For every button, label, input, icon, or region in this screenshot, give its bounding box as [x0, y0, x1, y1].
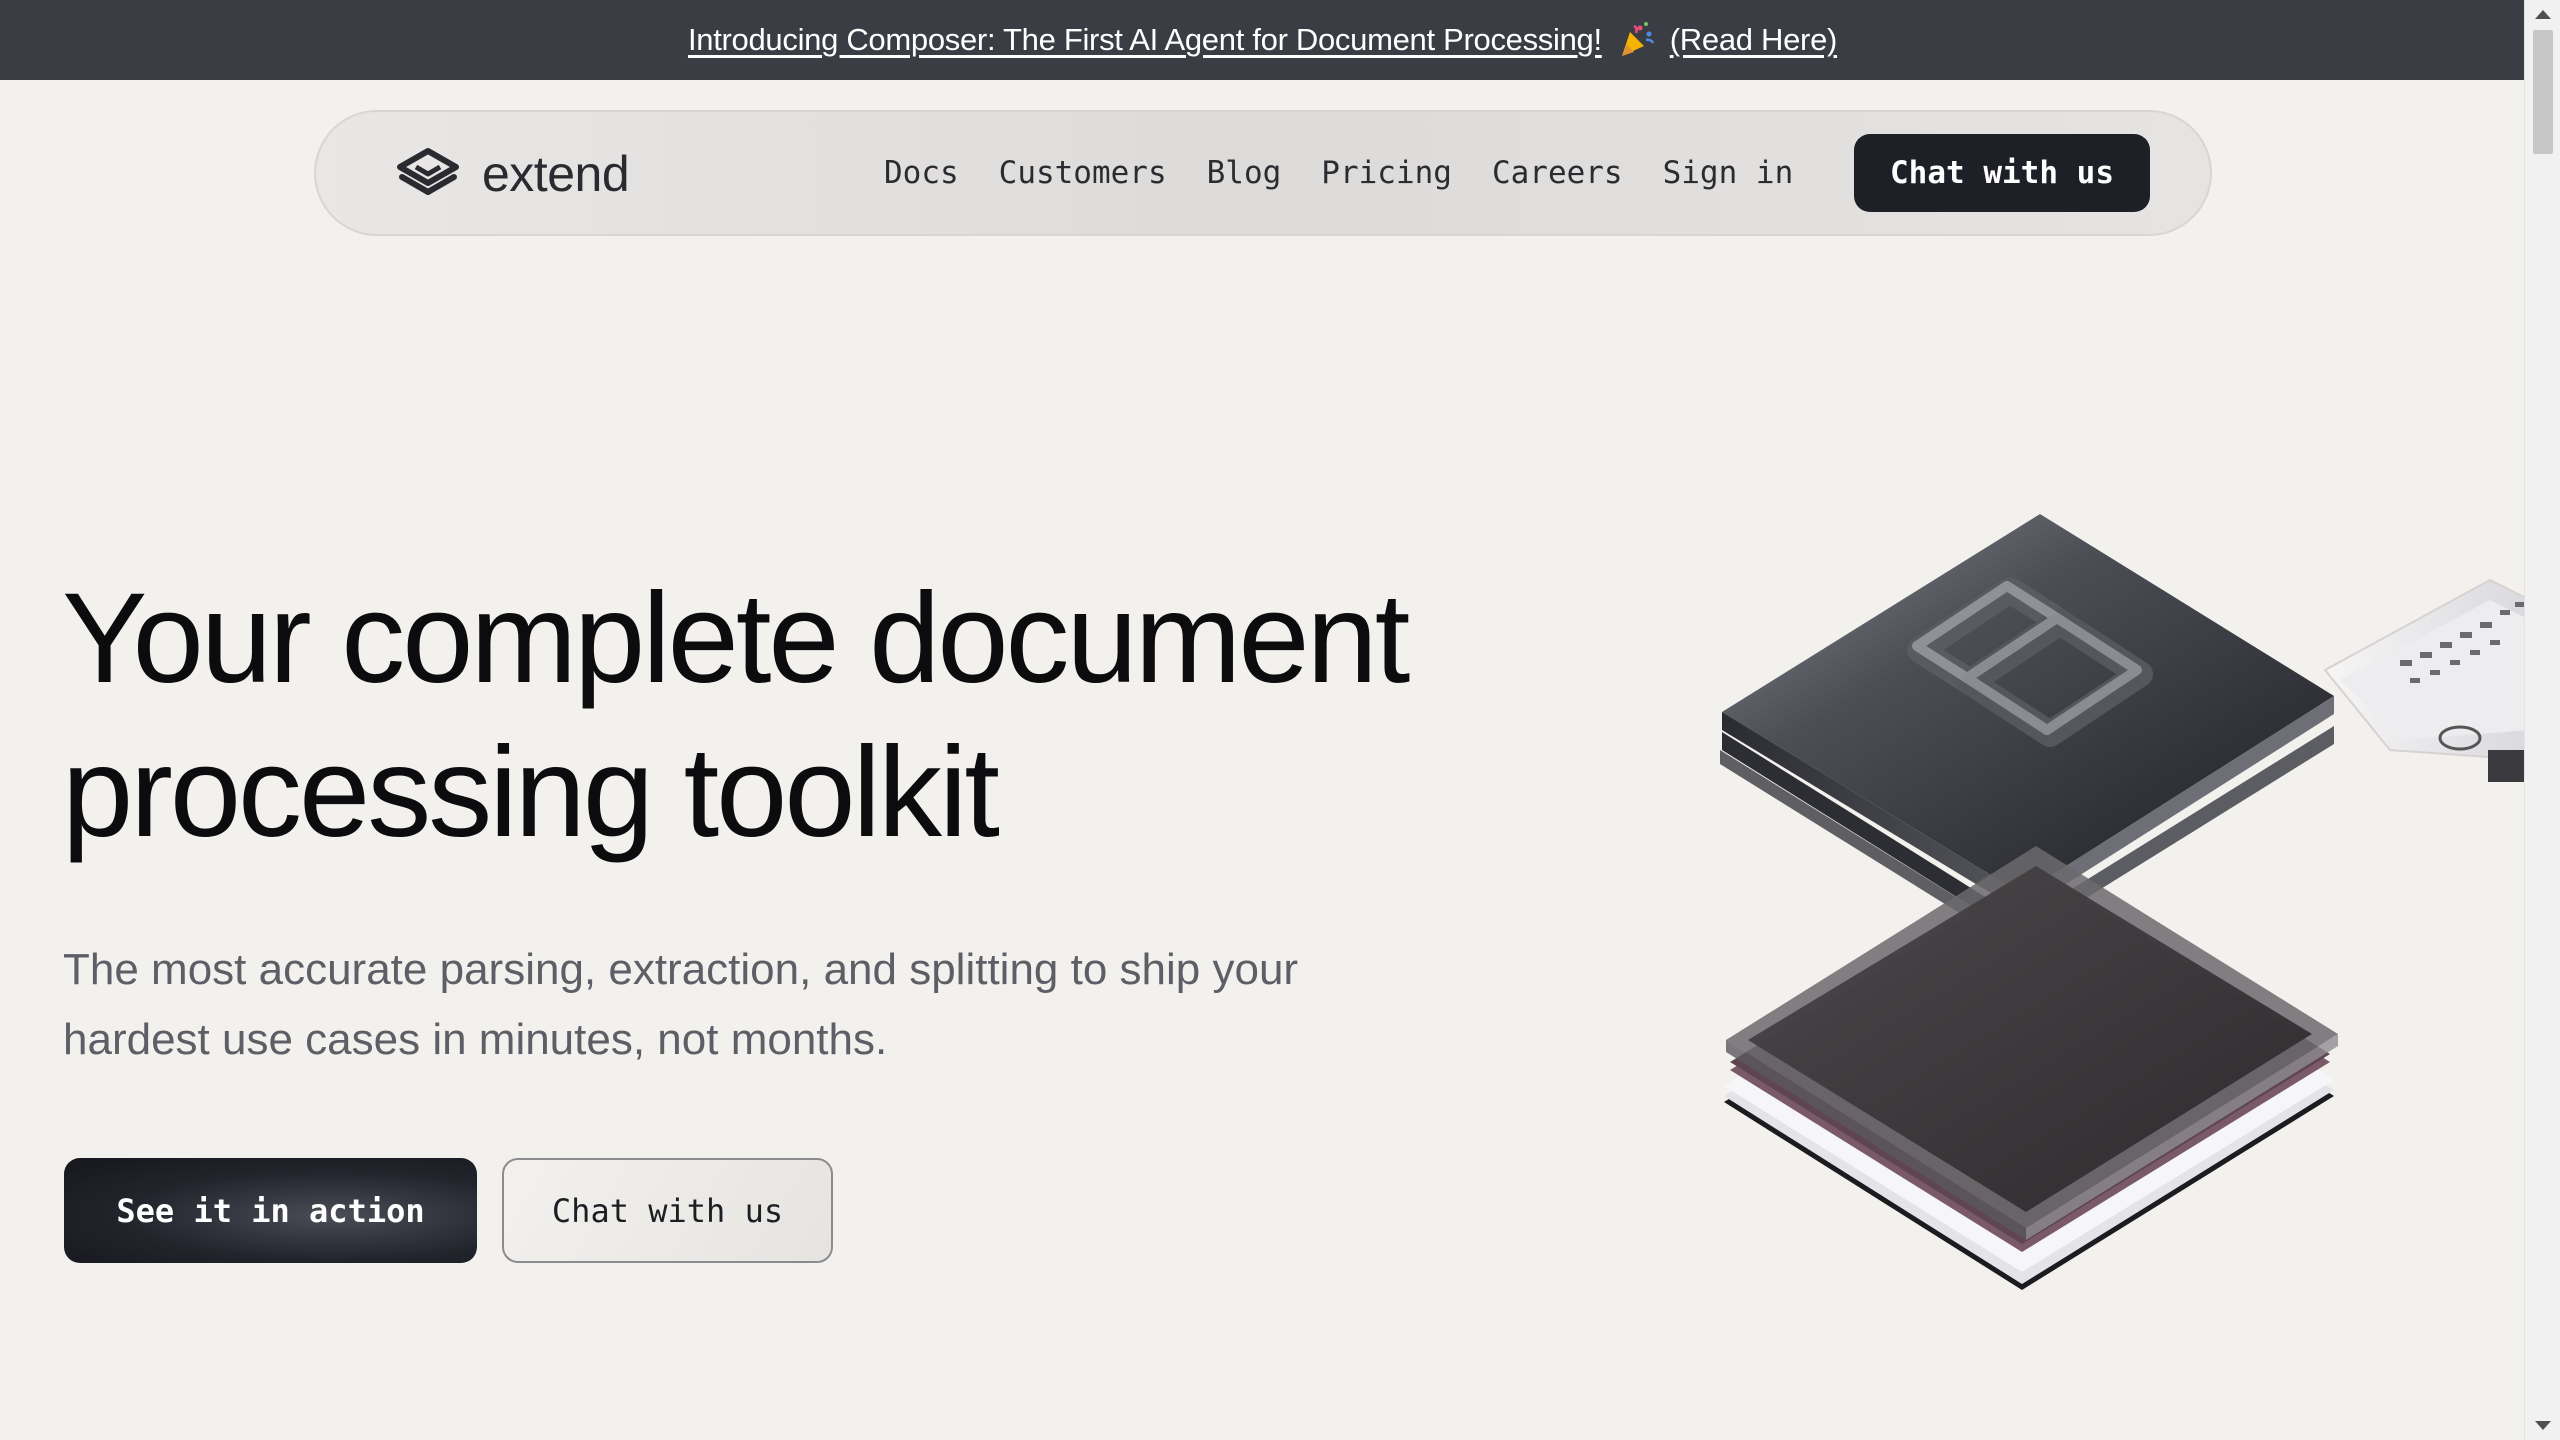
hero-title: Your complete document processing toolki… — [62, 562, 1662, 870]
chat-with-us-nav-button[interactable]: Chat with us — [1854, 134, 2150, 212]
announcement-banner: Introducing Composer: The First AI Agent… — [0, 0, 2525, 80]
see-it-in-action-button[interactable]: See it in action — [64, 1158, 477, 1263]
paper-sheets-graphic — [2323, 578, 2525, 782]
announcement-text: Introducing Composer: The First AI Agent… — [687, 22, 1602, 57]
logo-text: extend — [482, 146, 630, 202]
nav-link-customers[interactable]: Customers — [999, 155, 1167, 191]
scroll-down-arrow-icon[interactable] — [2535, 1421, 2551, 1430]
hero-title-line-2: processing toolkit — [62, 721, 1000, 864]
nav-link-sign-in[interactable]: Sign in — [1663, 155, 1794, 191]
hero-title-line-1: Your complete document — [62, 567, 1410, 710]
main-navigation: extend Docs Customers Blog Pricing Caree… — [314, 110, 2212, 236]
hero-subtitle: The most accurate parsing, extraction, a… — [63, 935, 1463, 1075]
nav-links: Docs Customers Blog Pricing Careers Sign… — [884, 112, 1833, 234]
nav-link-careers[interactable]: Careers — [1492, 155, 1623, 191]
logo[interactable]: extend — [396, 142, 630, 206]
nav-link-docs[interactable]: Docs — [884, 155, 959, 191]
scrollbar-thumb[interactable] — [2533, 30, 2553, 154]
read-here-link[interactable]: (Read Here) — [1670, 22, 1838, 58]
isometric-layers-illustration — [1720, 514, 2525, 1290]
lower-layer-stack — [1724, 846, 2338, 1290]
nav-link-pricing[interactable]: Pricing — [1321, 155, 1452, 191]
page-scrollbar[interactable] — [2524, 0, 2560, 1440]
chat-with-us-hero-button[interactable]: Chat with us — [502, 1158, 833, 1263]
announcement-link[interactable]: Introducing Composer: The First AI Agent… — [688, 20, 1837, 60]
hero-subtitle-line-2: hardest use cases in minutes, not months… — [63, 1015, 888, 1064]
party-popper-icon — [1616, 20, 1656, 60]
extend-logo-icon — [397, 148, 459, 195]
nav-link-blog[interactable]: Blog — [1207, 155, 1282, 191]
hero-subtitle-line-1: The most accurate parsing, extraction, a… — [63, 945, 1299, 994]
scroll-up-arrow-icon[interactable] — [2535, 10, 2551, 19]
